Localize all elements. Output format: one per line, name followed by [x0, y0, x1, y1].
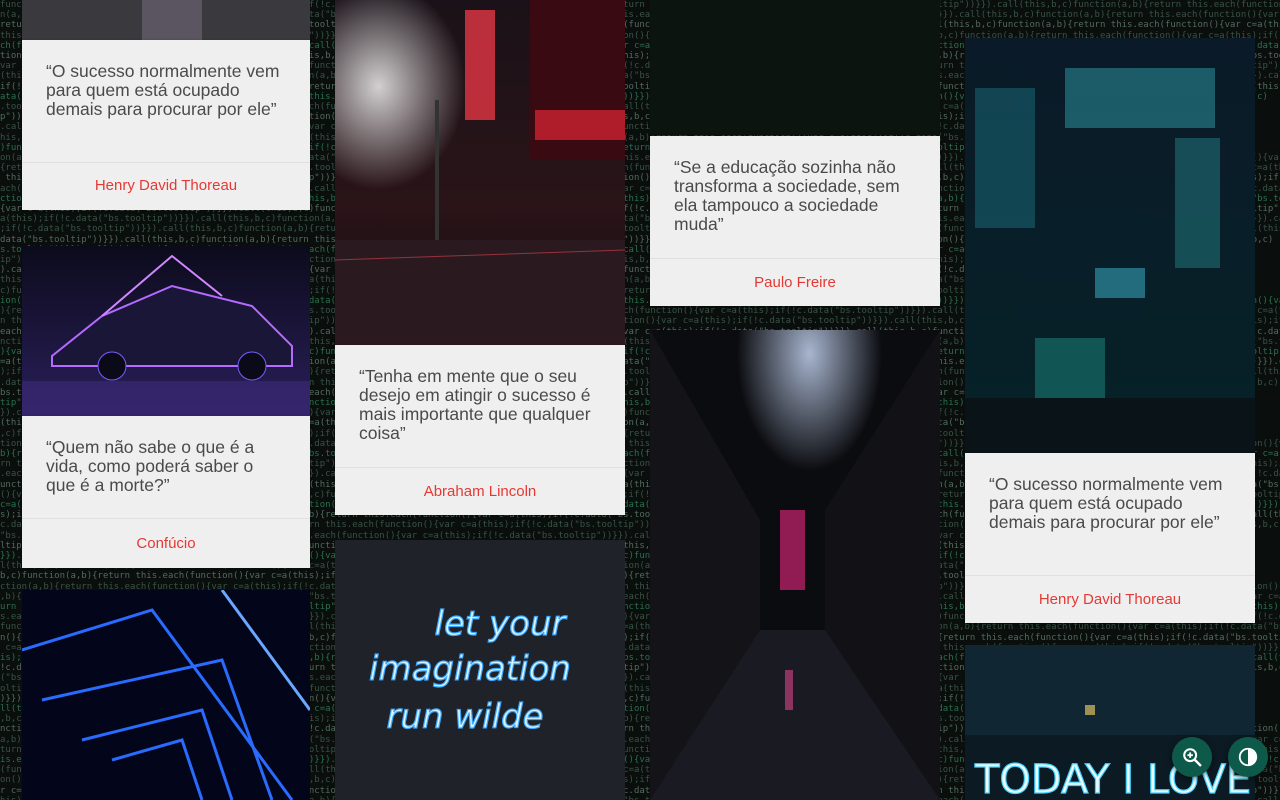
photo-top-dark: [650, 0, 940, 135]
zoom-in-icon: [1183, 748, 1202, 767]
quote-text: “O sucesso normalmente vem para quem est…: [989, 474, 1223, 532]
quote-text: “Se a educação sozinha não transforma a …: [674, 157, 900, 234]
divider: [22, 162, 310, 163]
quote-text: “Tenha em mente que o seu desejo em atin…: [359, 366, 591, 443]
quote-author[interactable]: Abraham Lincoln: [335, 483, 625, 500]
quote-author[interactable]: Henry David Thoreau: [965, 591, 1255, 608]
zoom-button[interactable]: [1172, 737, 1212, 777]
theme-toggle-button[interactable]: [1228, 737, 1268, 777]
quote-card: “Se a educação sozinha não transforma a …: [650, 136, 940, 306]
divider: [335, 467, 625, 468]
photo-dark-alley: [650, 330, 940, 800]
neon-today-text: TODAY I LOVE YOU: [974, 757, 1255, 800]
divider: [965, 575, 1255, 576]
quote-text: “O sucesso normalmente vem para quem est…: [46, 61, 280, 119]
divider: [22, 518, 310, 519]
quote-card: “O sucesso normalmente vem para quem est…: [965, 453, 1255, 623]
quote-card: “Tenha em mente que o seu desejo em atin…: [335, 345, 625, 515]
photo-rainy-street: [335, 0, 625, 345]
photo-neon-chinatown: [965, 38, 1255, 453]
photo-neon-sign-imagination: let your imagination run wilde: [335, 540, 625, 800]
quote-author[interactable]: Paulo Freire: [650, 274, 940, 291]
photo-car-neon: [22, 246, 310, 416]
neon-line-1: let your: [435, 604, 568, 644]
quote-author[interactable]: Henry David Thoreau: [22, 177, 310, 194]
photo-top-left: [22, 0, 310, 40]
quote-card: “Quem não sabe o que é a vida, como pode…: [22, 416, 310, 568]
neon-line-2: imagination: [369, 649, 571, 689]
quote-card: “O sucesso normalmente vem para quem est…: [22, 40, 310, 210]
photo-neon-tunnel: [22, 590, 310, 800]
photo-neon-today-i-love-you: TODAY I LOVE YOU: [965, 645, 1255, 800]
quote-text: “Quem não sabe o que é a vida, como pode…: [46, 437, 255, 495]
half-moon-icon: [1238, 747, 1258, 767]
quote-author[interactable]: Confúcio: [22, 535, 310, 552]
divider: [650, 258, 940, 259]
neon-line-3: run wilde: [386, 697, 543, 737]
